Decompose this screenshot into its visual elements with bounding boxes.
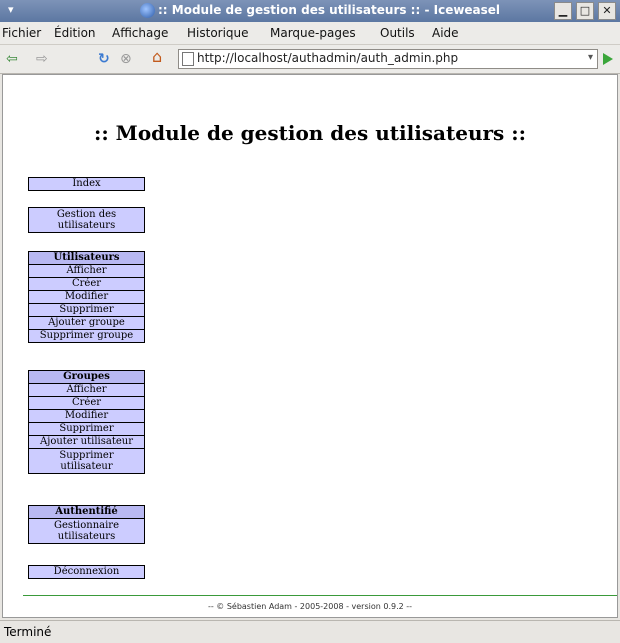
link-gestion-line2: utilisateurs [57,220,116,231]
link-groupes-creer[interactable]: Créer [29,396,144,409]
back-icon[interactable]: ⇦ [6,51,18,67]
menu-deconnexion: Déconnexion [28,565,145,579]
link-utilisateurs-afficher[interactable]: Afficher [29,264,144,277]
link-ajouter-utilisateur[interactable]: Ajouter utilisateur [29,435,144,448]
authentifie-header: Authentifié [29,506,144,518]
menu-outils[interactable]: Outils [380,26,415,40]
iceweasel-icon [140,3,155,18]
link-gestion-utilisateurs[interactable]: Gestion des utilisateurs [29,208,144,232]
url-text[interactable]: http://localhost/authadmin/auth_admin.ph… [197,51,458,65]
link-groupes-modifier[interactable]: Modifier [29,409,144,422]
url-bar[interactable]: http://localhost/authadmin/auth_admin.ph… [178,49,598,69]
minimize-button[interactable]: ▁ [554,2,572,20]
reload-icon[interactable]: ↻ [98,51,110,67]
menu-utilisateurs: Utilisateurs Afficher Créer Modifier Sup… [28,251,145,343]
menu-marque-pages[interactable]: Marque-pages [270,26,356,40]
home-icon[interactable]: ⌂ [152,49,162,65]
go-icon[interactable] [603,53,613,65]
footer-rule [23,595,617,596]
maximize-button[interactable]: □ [576,2,594,20]
navigation-bar: ⇦ ⇨ ↻ ⊗ ⌂ http://localhost/authadmin/aut… [0,45,620,74]
utilisateurs-header: Utilisateurs [29,252,144,264]
forward-icon[interactable]: ⇨ [36,51,48,67]
menu-bar: Fichier Édition Affichage Historique Mar… [0,22,620,45]
link-utilisateurs-modifier[interactable]: Modifier [29,290,144,303]
menu-index: Index [28,177,145,191]
link-gestionnaire-line1: Gestionnaire [53,520,119,531]
title-bar: ▾ :: Module de gestion des utilisateurs … [0,0,620,22]
page-content: :: Module de gestion des utilisateurs ::… [2,74,618,618]
link-groupes-afficher[interactable]: Afficher [29,383,144,396]
url-dropdown-icon[interactable]: ▾ [588,52,593,63]
link-ajouter-groupe[interactable]: Ajouter groupe [29,316,144,329]
link-gestionnaire-utilisateurs[interactable]: Gestionnaire utilisateurs [29,518,144,543]
link-gestionnaire-line2: utilisateurs [57,531,116,542]
menu-fichier[interactable]: Fichier [2,26,41,40]
link-utilisateurs-supprimer[interactable]: Supprimer [29,303,144,316]
menu-authentifie: Authentifié Gestionnaire utilisateurs [28,505,145,544]
window-menu-icon[interactable]: ▾ [8,3,14,16]
menu-affichage[interactable]: Affichage [112,26,168,40]
status-bar: Terminé [0,620,620,643]
link-index[interactable]: Index [29,178,144,190]
footer-copyright: -- © Sébastien Adam - 2005-2008 - versio… [207,602,413,611]
menu-aide[interactable]: Aide [432,26,459,40]
link-supprimer-groupe[interactable]: Supprimer groupe [29,329,144,342]
menu-groupes: Groupes Afficher Créer Modifier Supprime… [28,370,145,474]
browser-window: ▾ :: Module de gestion des utilisateurs … [0,0,620,643]
link-deconnexion[interactable]: Déconnexion [29,566,144,578]
page-icon [182,52,194,66]
link-groupes-supprimer[interactable]: Supprimer [29,422,144,435]
groupes-header: Groupes [29,371,144,383]
page-title: :: Module de gestion des utilisateurs :: [93,121,527,145]
link-supprimer-utilisateur[interactable]: Supprimer utilisateur [29,448,144,473]
link-gestion-line1: Gestion des [56,209,117,220]
status-text: Terminé [4,625,52,639]
menu-gestion: Gestion des utilisateurs [28,207,145,233]
menu-historique[interactable]: Historique [187,26,249,40]
menu-edition[interactable]: Édition [54,26,96,40]
window-title: :: Module de gestion des utilisateurs ::… [158,3,501,17]
stop-icon[interactable]: ⊗ [120,51,132,67]
link-utilisateurs-creer[interactable]: Créer [29,277,144,290]
link-supprimer-utilisateur-line2: utilisateur [60,461,113,472]
link-supprimer-utilisateur-line1: Supprimer [59,450,114,461]
close-button[interactable]: ✕ [598,2,616,20]
